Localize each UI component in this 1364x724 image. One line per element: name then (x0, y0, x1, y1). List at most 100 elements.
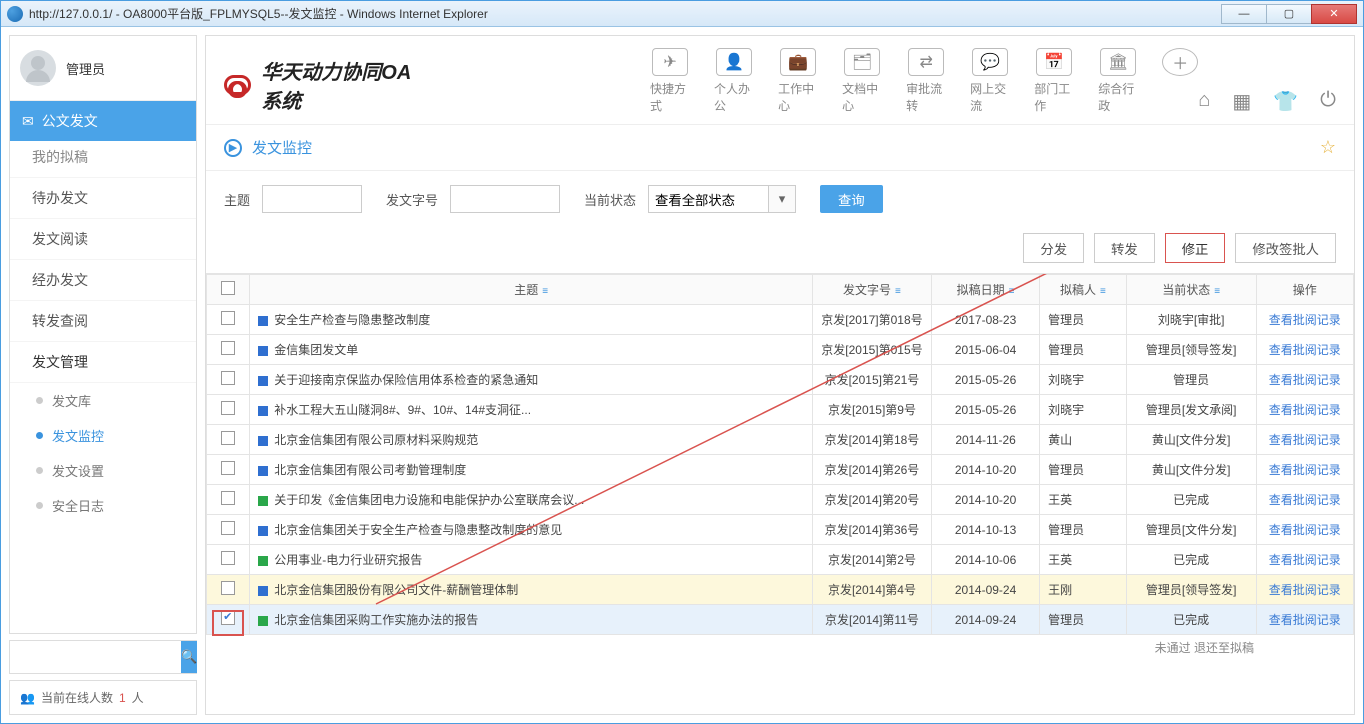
view-log-link[interactable]: 查看批阅记录 (1269, 463, 1341, 477)
sort-icon: ≡ (895, 286, 901, 297)
row-op[interactable]: 查看批阅记录 (1256, 305, 1353, 335)
view-log-link[interactable]: 查看批阅记录 (1269, 403, 1341, 417)
table-row[interactable]: 关于迎接南京保监办保险信用体系检查的紧急通知京发[2015]第21号2015-0… (207, 365, 1354, 395)
row-op[interactable]: 查看批阅记录 (1256, 395, 1353, 425)
row-date: 2014-10-13 (931, 515, 1039, 545)
home-icon[interactable]: ⌂ (1198, 89, 1210, 114)
table-row[interactable]: 北京金信集团股份有限公司文件-薪酬管理体制京发[2014]第4号2014-09-… (207, 575, 1354, 605)
sidebar-search-button[interactable]: 🔍 (181, 641, 197, 673)
table-row[interactable]: 北京金信集团关于安全生产检查与隐患整改制度的意见京发[2014]第36号2014… (207, 515, 1354, 545)
row-op[interactable]: 查看批阅记录 (1256, 515, 1353, 545)
toptab-admin[interactable]: 🏛综合行政 (1098, 48, 1138, 114)
header-check[interactable] (207, 275, 250, 305)
table-row[interactable]: 北京金信集团有限公司考勤管理制度京发[2014]第26号2014-10-20管理… (207, 455, 1354, 485)
window-maximize-button[interactable]: ▢ (1266, 4, 1312, 24)
header-date[interactable]: 拟稿日期≡ (931, 275, 1039, 305)
table-row[interactable]: 补水工程大五山隧洞8#、9#、10#、14#支洞征...京发[2015]第9号2… (207, 395, 1354, 425)
action-distribute[interactable]: 分发 (1023, 233, 1084, 263)
view-log-link[interactable]: 查看批阅记录 (1269, 553, 1341, 567)
action-change-approver[interactable]: 修改签批人 (1235, 233, 1336, 263)
checkbox-icon (221, 341, 235, 355)
row-op[interactable]: 查看批阅记录 (1256, 605, 1353, 635)
row-op[interactable]: 查看批阅记录 (1256, 425, 1353, 455)
table-row[interactable]: 北京金信集团采购工作实施办法的报告京发[2014]第11号2014-09-24管… (207, 605, 1354, 635)
filter-docno-input[interactable] (450, 185, 560, 213)
row-check-cell[interactable] (207, 425, 250, 455)
toptab-add[interactable]: ＋ (1162, 48, 1198, 114)
sidebar-sub-library[interactable]: 发文库 (10, 383, 196, 418)
header-docno[interactable]: 发文字号≡ (812, 275, 931, 305)
row-check-cell[interactable] (207, 515, 250, 545)
row-op[interactable]: 查看批阅记录 (1256, 365, 1353, 395)
row-check-cell[interactable] (207, 575, 250, 605)
sidebar-sub-monitor[interactable]: 发文监控 (10, 418, 196, 453)
action-correct[interactable]: 修正 (1165, 233, 1226, 263)
toptab-approve[interactable]: ⇄审批流转 (906, 48, 946, 114)
row-check-cell[interactable] (207, 335, 250, 365)
row-check-cell[interactable] (207, 485, 250, 515)
online-number: 1 (119, 691, 126, 705)
view-log-link[interactable]: 查看批阅记录 (1269, 373, 1341, 387)
view-log-link[interactable]: 查看批阅记录 (1269, 313, 1341, 327)
sidebar-item-mydraft[interactable]: 我的拟稿 (10, 141, 196, 178)
row-op[interactable]: 查看批阅记录 (1256, 545, 1353, 575)
row-op[interactable]: 查看批阅记录 (1256, 335, 1353, 365)
row-check-cell[interactable] (207, 365, 250, 395)
sidebar-item-forward[interactable]: 转发查阅 (10, 301, 196, 342)
filter-subject-input[interactable] (262, 185, 362, 213)
checkbox-icon (221, 551, 235, 565)
row-check-cell[interactable] (207, 545, 250, 575)
row-check-cell[interactable] (207, 305, 250, 335)
logo-mark (224, 75, 251, 95)
toptab-quick[interactable]: ✈快捷方式 (650, 48, 690, 114)
sidebar-item-pending[interactable]: 待办发文 (10, 178, 196, 219)
apps-icon[interactable]: ▦ (1232, 89, 1251, 114)
table-row[interactable]: 北京金信集团有限公司原材料采购规范京发[2014]第18号2014-11-26黄… (207, 425, 1354, 455)
sidebar-section-active[interactable]: ✉ 公文发文 (10, 101, 196, 141)
view-log-link[interactable]: 查看批阅记录 (1269, 343, 1341, 357)
row-check-cell[interactable] (207, 455, 250, 485)
table-row[interactable]: 关于印发《金信集团电力设施和电能保护办公室联席会议...京发[2014]第20号… (207, 485, 1354, 515)
power-icon[interactable]: ⏻ (1320, 89, 1336, 114)
checkbox-icon (221, 581, 235, 595)
row-op[interactable]: 查看批阅记录 (1256, 485, 1353, 515)
filter-status-input[interactable] (648, 185, 768, 213)
view-log-link[interactable]: 查看批阅记录 (1269, 583, 1341, 597)
toptab-personal[interactable]: 👤个人办公 (714, 48, 754, 114)
query-button[interactable]: 查询 (820, 185, 883, 213)
sidebar-sub-settings[interactable]: 发文设置 (10, 453, 196, 488)
view-log-link[interactable]: 查看批阅记录 (1269, 523, 1341, 537)
table-row[interactable]: 公用事业-电力行业研究报告京发[2014]第2号2014-10-06王英已完成查… (207, 545, 1354, 575)
theme-icon[interactable]: 👕 (1273, 89, 1298, 114)
sidebar-search-input[interactable] (10, 641, 181, 673)
header-author[interactable]: 拟稿人≡ (1040, 275, 1127, 305)
row-check-cell[interactable] (207, 605, 250, 635)
sidebar-item-read[interactable]: 发文阅读 (10, 219, 196, 260)
toptab-chat[interactable]: 💬网上交流 (970, 48, 1010, 114)
table-row[interactable]: 安全生产检查与隐患整改制度京发[2017]第018号2017-08-23管理员刘… (207, 305, 1354, 335)
row-op[interactable]: 查看批阅记录 (1256, 575, 1353, 605)
sidebar-item-manage[interactable]: 发文管理 (10, 342, 196, 383)
window-minimize-button[interactable]: — (1221, 4, 1267, 24)
header-status[interactable]: 当前状态≡ (1126, 275, 1256, 305)
view-log-link[interactable]: 查看批阅记录 (1269, 493, 1341, 507)
window-close-button[interactable]: ✕ (1311, 4, 1357, 24)
toptab-label: 文档中心 (842, 80, 882, 114)
sort-icon: ≡ (1214, 286, 1220, 297)
row-op[interactable]: 查看批阅记录 (1256, 455, 1353, 485)
toptab-dept[interactable]: 📅部门工作 (1034, 48, 1074, 114)
view-log-link[interactable]: 查看批阅记录 (1269, 613, 1341, 627)
row-date: 2014-09-24 (931, 605, 1039, 635)
sidebar-sub-log[interactable]: 安全日志 (10, 488, 196, 523)
row-author: 王英 (1040, 485, 1127, 515)
sidebar-item-handle[interactable]: 经办发文 (10, 260, 196, 301)
row-check-cell[interactable] (207, 395, 250, 425)
table-row[interactable]: 金信集团发文单京发[2015]第015号2015-06-04管理员管理员[领导签… (207, 335, 1354, 365)
header-subject[interactable]: 主题≡ (250, 275, 813, 305)
toptab-work[interactable]: 💼工作中心 (778, 48, 818, 114)
action-forward[interactable]: 转发 (1094, 233, 1155, 263)
favorite-icon[interactable]: ☆ (1320, 137, 1336, 158)
toptab-doc[interactable]: 🗂文档中心 (842, 48, 882, 114)
filter-status-dropdown[interactable]: ▾ (768, 185, 796, 213)
view-log-link[interactable]: 查看批阅记录 (1269, 433, 1341, 447)
